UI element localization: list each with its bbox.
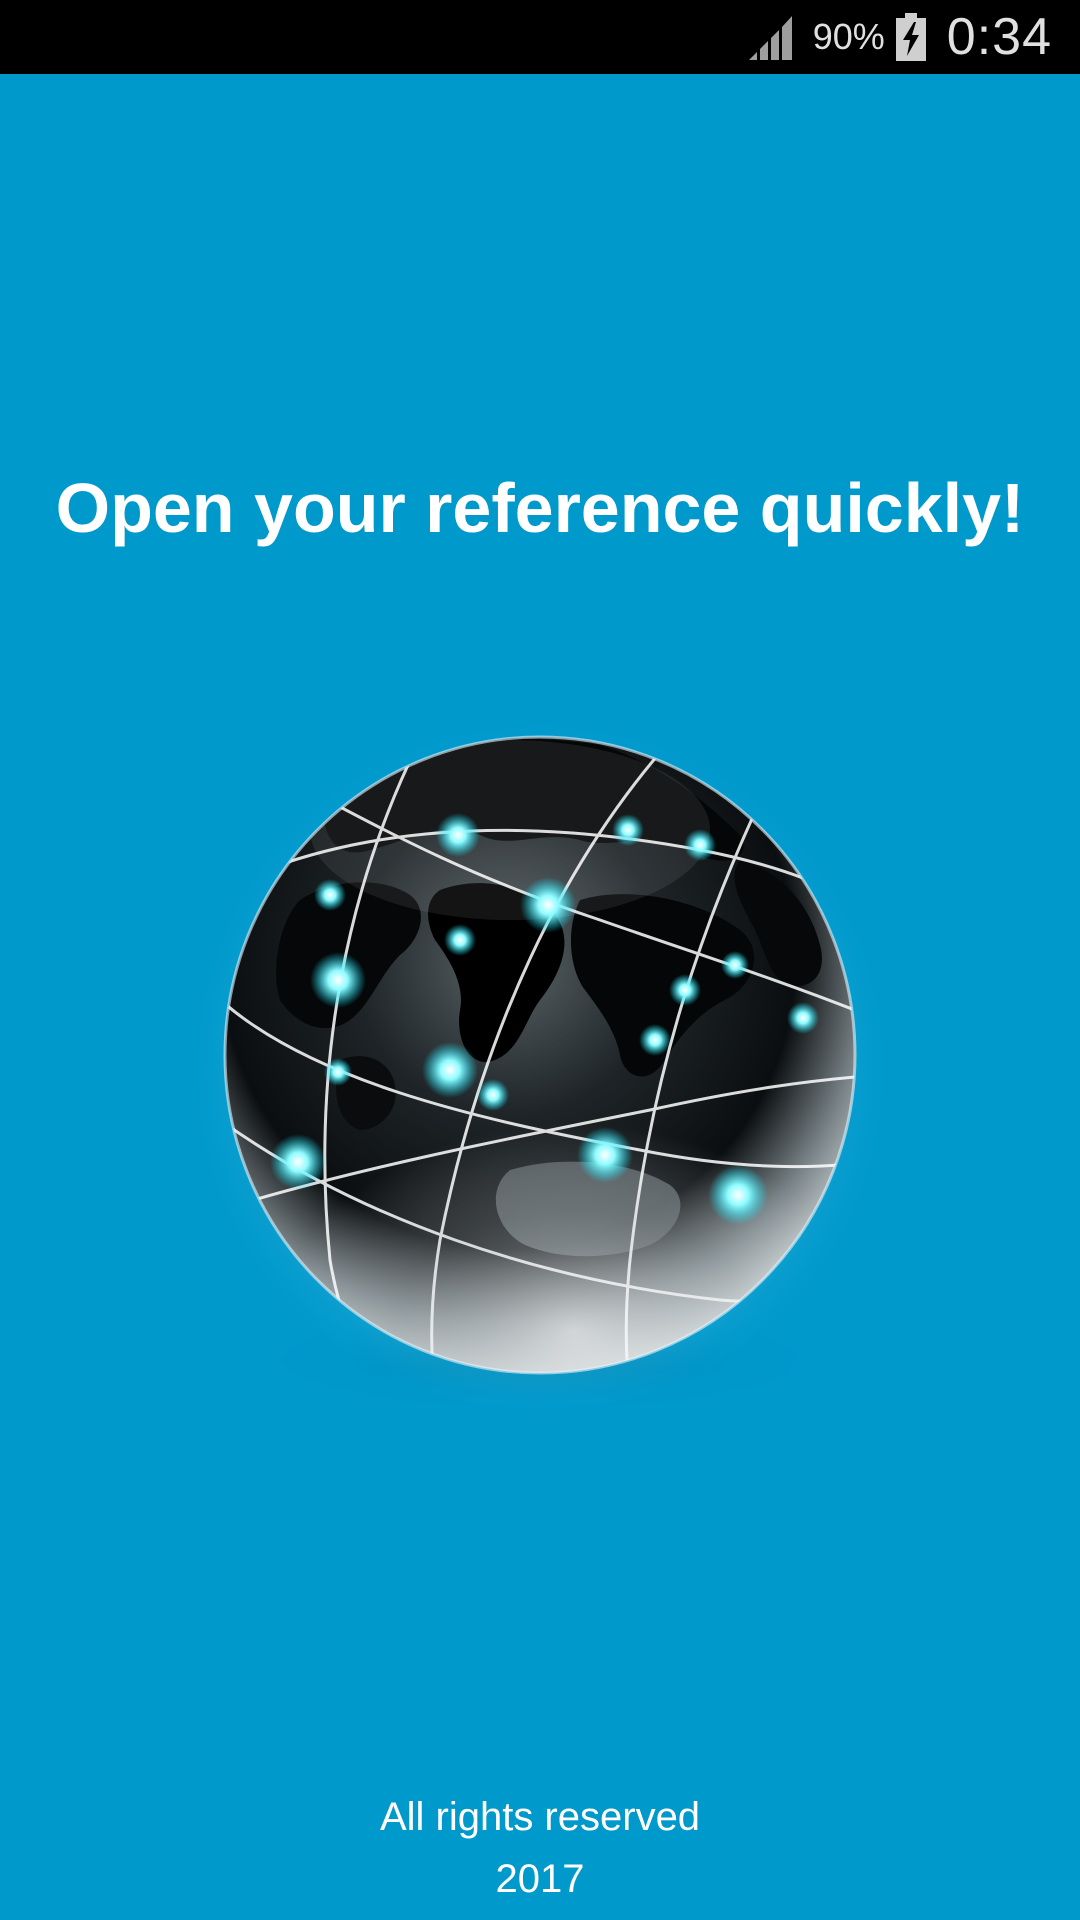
status-bar-right: 90% 0:34: [747, 0, 1052, 74]
copyright-text: All rights reserved: [379, 1795, 701, 1839]
battery-percentage: 90%: [812, 16, 885, 57]
battery-charging-icon: [895, 13, 926, 61]
copyright-year: 2017: [495, 1857, 585, 1901]
status-bar: 90% 0:34: [0, 0, 1080, 74]
signal-icon: [748, 16, 792, 60]
headline: Open your reference quickly!: [55, 469, 1025, 547]
splash-screen: 90% 0:34 Open your reference quickly! Al…: [0, 0, 1080, 1920]
globe-network-icon: [180, 700, 900, 1420]
clock: 0:34: [946, 8, 1052, 66]
